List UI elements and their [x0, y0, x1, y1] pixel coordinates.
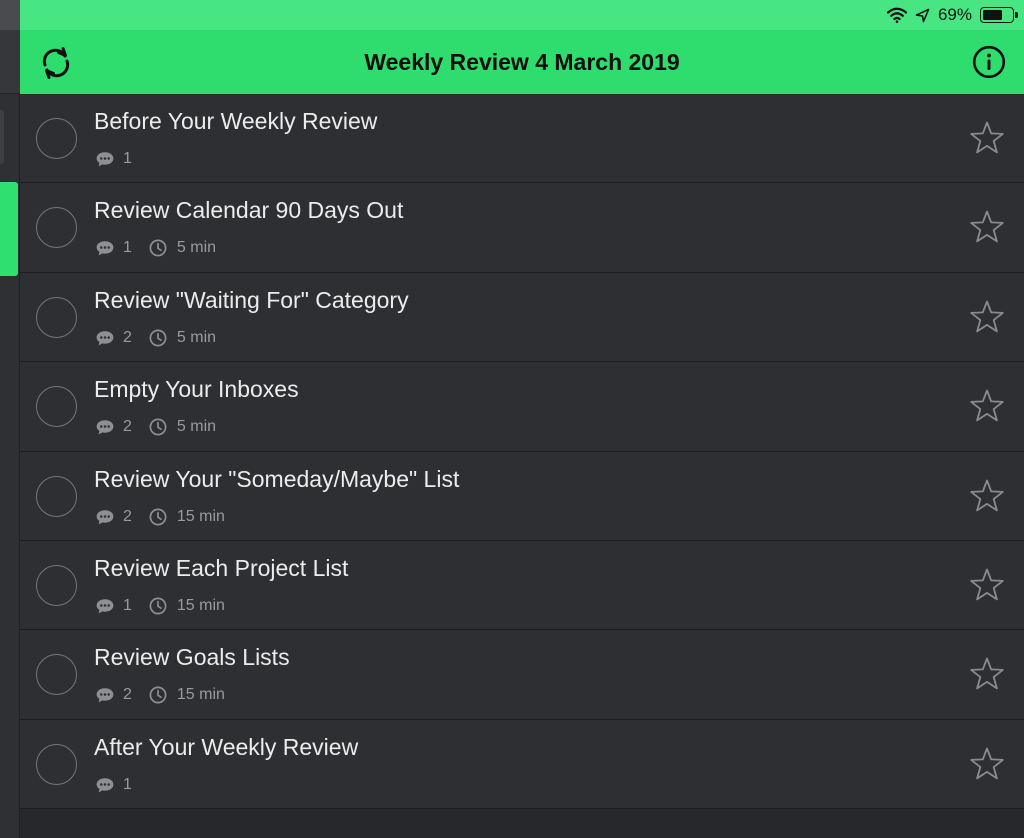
- comment-count: 2: [123, 418, 132, 436]
- star-outline-icon[interactable]: [969, 656, 1005, 692]
- duration-group: 15 min: [148, 685, 225, 705]
- task-row[interactable]: Review Goals Lists 2 15 min: [20, 630, 1024, 720]
- complete-checkbox[interactable]: [36, 296, 77, 338]
- task-row[interactable]: Empty Your Inboxes 2 5 min: [20, 362, 1024, 452]
- task-list-pane: 69% Weekly Review 4 March 2019 Before Yo…: [20, 0, 1024, 838]
- task-duration: 5 min: [176, 328, 217, 346]
- complete-checkbox[interactable]: [36, 386, 77, 428]
- task-row[interactable]: Review Calendar 90 Days Out 1 5 min: [20, 183, 1024, 273]
- task-meta: 2 5 min: [95, 327, 216, 349]
- comment-icon: [96, 509, 114, 524]
- sync-icon[interactable]: [38, 45, 74, 81]
- comment-icon: [96, 241, 114, 256]
- navigation-bar: Weekly Review 4 March 2019: [20, 30, 1024, 94]
- battery-level: [983, 10, 1003, 20]
- status-bar: 69%: [20, 0, 1024, 30]
- task-meta: 1 5 min: [95, 237, 216, 259]
- task-duration: 15 min: [176, 596, 225, 614]
- task-meta: 1 15 min: [95, 595, 225, 617]
- task-title: Review Calendar 90 Days Out: [94, 197, 404, 224]
- task-title: After Your Weekly Review: [94, 733, 359, 760]
- battery-percentage: 69%: [937, 5, 972, 24]
- sidebar-header: [0, 30, 20, 94]
- clock-icon: [149, 329, 167, 347]
- task-duration: 15 min: [176, 507, 225, 525]
- complete-checkbox[interactable]: [36, 118, 77, 159]
- task-duration: 5 min: [176, 418, 217, 436]
- task-title: Review "Waiting For" Category: [94, 286, 409, 313]
- complete-checkbox[interactable]: [36, 564, 77, 606]
- star-outline-icon[interactable]: [969, 478, 1005, 514]
- duration-group: 15 min: [148, 507, 225, 527]
- star-outline-icon[interactable]: [969, 209, 1005, 245]
- background-sidebar: [0, 0, 20, 838]
- comment-icon: [96, 688, 114, 703]
- comment-count: 2: [123, 328, 132, 346]
- comment-icon: [96, 330, 114, 346]
- info-icon[interactable]: [972, 45, 1006, 79]
- task-list: Before Your Weekly Review 1 Review Calenda…: [20, 94, 1024, 810]
- complete-checkbox[interactable]: [36, 475, 77, 517]
- comment-count: 1: [123, 775, 132, 793]
- task-duration: 15 min: [176, 686, 225, 704]
- task-title: Before Your Weekly Review: [94, 108, 378, 134]
- duration-group: 15 min: [148, 596, 225, 616]
- star-outline-icon[interactable]: [969, 120, 1005, 156]
- complete-checkbox[interactable]: [36, 743, 77, 785]
- clock-icon: [149, 239, 167, 257]
- comment-count: 2: [123, 507, 132, 525]
- page-title: Weekly Review 4 March 2019: [364, 48, 680, 75]
- sidebar-status-area: [0, 0, 20, 30]
- comment-icon: [96, 599, 114, 614]
- comment-icon: [96, 420, 114, 435]
- task-row[interactable]: After Your Weekly Review 1: [20, 719, 1024, 810]
- star-outline-icon[interactable]: [969, 746, 1005, 782]
- star-outline-icon[interactable]: [969, 567, 1005, 603]
- task-meta: 1: [95, 148, 132, 170]
- duration-group: 5 min: [148, 417, 216, 437]
- task-meta: 2 15 min: [95, 684, 225, 706]
- task-title: Review Your "Someday/Maybe" List: [94, 465, 460, 492]
- sidebar-selected-indicator[interactable]: [0, 182, 18, 276]
- clock-icon: [149, 686, 167, 704]
- task-title: Review Goals Lists: [94, 644, 290, 671]
- complete-checkbox[interactable]: [36, 207, 77, 249]
- comment-count: 1: [123, 239, 132, 257]
- task-meta: 2 15 min: [95, 506, 225, 528]
- task-title: Review Each Project List: [94, 554, 349, 581]
- location-arrow-icon: [915, 8, 930, 22]
- comment-icon: [96, 777, 114, 793]
- task-row[interactable]: Review Your "Someday/Maybe" List 2 15 min: [20, 451, 1024, 541]
- duration-group: 5 min: [148, 328, 216, 348]
- task-meta: 1: [95, 774, 132, 796]
- wifi-icon: [886, 7, 907, 23]
- comment-count: 2: [123, 686, 132, 704]
- battery-icon: [980, 7, 1018, 23]
- star-outline-icon[interactable]: [969, 388, 1005, 424]
- task-meta: 2 5 min: [95, 416, 216, 438]
- task-row[interactable]: Before Your Weekly Review 1: [20, 94, 1024, 184]
- task-row[interactable]: Review Each Project List 1 15 min: [20, 540, 1024, 631]
- duration-group: 5 min: [148, 238, 216, 258]
- clock-icon: [149, 418, 167, 436]
- clock-icon: [149, 597, 167, 615]
- comment-count: 1: [123, 596, 132, 614]
- star-outline-icon[interactable]: [969, 299, 1005, 335]
- task-duration: 5 min: [176, 239, 217, 257]
- list-footer: [20, 810, 1024, 838]
- comment-count: 1: [123, 150, 132, 167]
- clock-icon: [149, 508, 167, 526]
- comment-icon: [96, 152, 114, 167]
- sidebar-item-edge[interactable]: [0, 110, 4, 164]
- task-title: Empty Your Inboxes: [94, 376, 299, 403]
- task-row[interactable]: Review "Waiting For" Category 2 5 min: [20, 272, 1024, 363]
- complete-checkbox[interactable]: [36, 654, 77, 696]
